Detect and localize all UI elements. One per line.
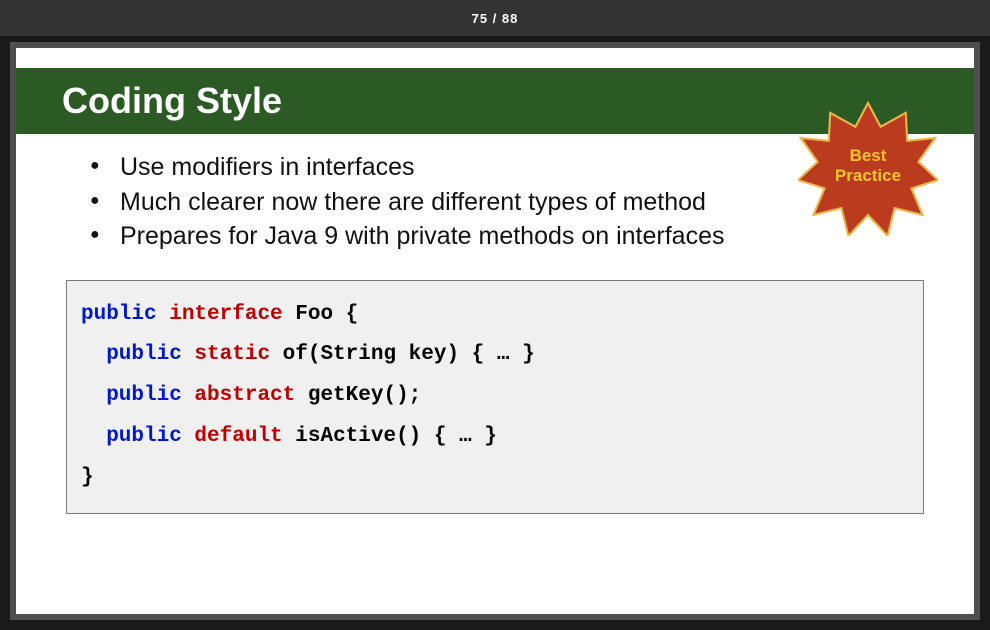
code-keyword-abstract: abstract <box>182 384 295 407</box>
code-text: isActive() { … } <box>283 425 497 448</box>
slide-frame-outer: Coding Style Best Practice Use modifiers… <box>10 42 980 620</box>
slide-title: Coding Style <box>62 80 282 121</box>
badge-line2: Practice <box>835 166 901 185</box>
code-block: public interface Foo { public static of(… <box>66 280 924 515</box>
code-keyword-public: public <box>81 343 182 366</box>
code-text: of(String key) { … } <box>270 343 535 366</box>
page-counter: 75 / 88 <box>472 11 519 26</box>
code-text: } <box>81 466 94 489</box>
badge-text: Best Practice <box>835 146 901 185</box>
code-keyword-public: public <box>81 303 157 326</box>
code-keyword-static: static <box>182 343 270 366</box>
code-keyword-interface: interface <box>157 303 283 326</box>
bullet-item: Prepares for Java 9 with private methods… <box>90 219 914 254</box>
bullet-item: Use modifiers in interfaces <box>90 150 914 185</box>
badge-line1: Best <box>850 146 887 165</box>
code-text: Foo { <box>283 303 359 326</box>
slide-frame-inner: Coding Style Best Practice Use modifiers… <box>16 48 974 614</box>
code-keyword-public: public <box>81 425 182 448</box>
best-practice-badge: Best Practice <box>798 96 938 236</box>
code-text: getKey(); <box>295 384 421 407</box>
viewer-top-bar: 75 / 88 <box>0 0 990 36</box>
code-keyword-default: default <box>182 425 283 448</box>
bullet-item: Much clearer now there are different typ… <box>90 185 914 220</box>
code-keyword-public: public <box>81 384 182 407</box>
bullet-list: Use modifiers in interfaces Much clearer… <box>90 150 914 254</box>
